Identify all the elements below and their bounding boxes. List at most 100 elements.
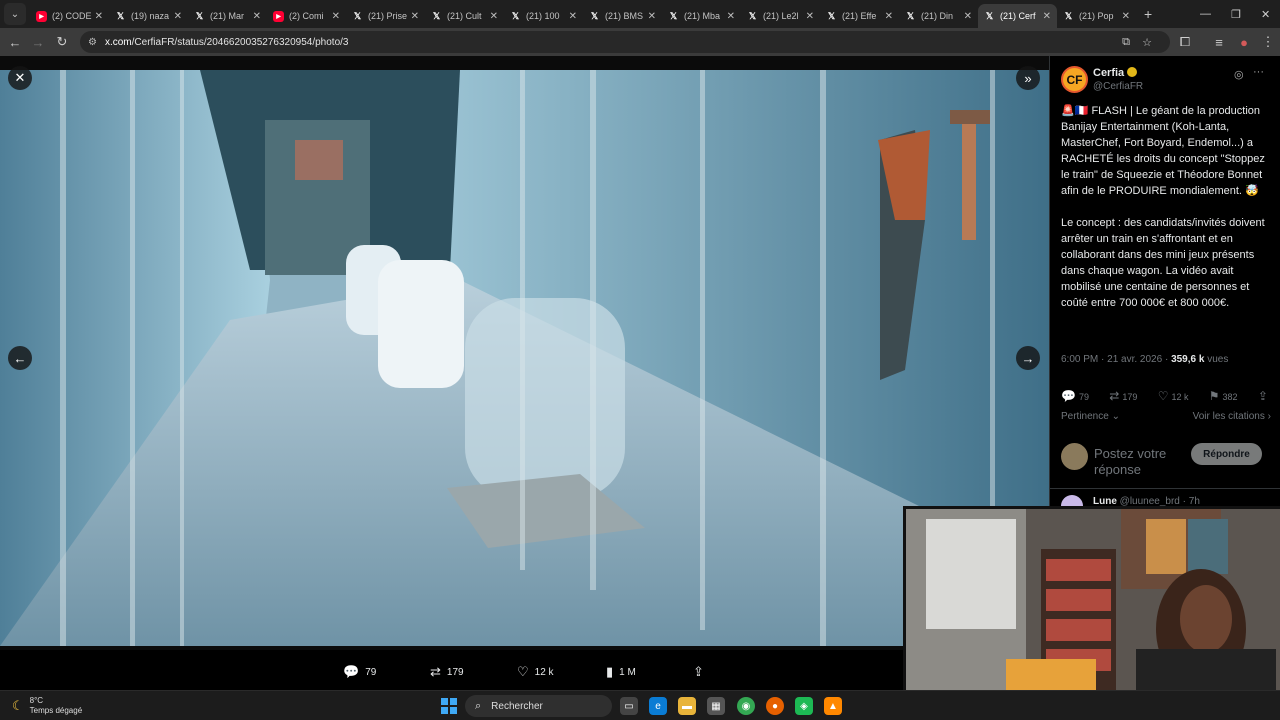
firefox-icon[interactable]: ● [766, 697, 784, 715]
browser-tab[interactable]: 𝕏 (21) BMS ✕ [583, 4, 662, 28]
reply-button[interactable]: 💬 79 [1061, 389, 1089, 403]
tab-close-icon[interactable]: ✕ [964, 11, 972, 22]
tab-close-icon[interactable]: ✕ [648, 11, 656, 22]
share-button[interactable]: ⇪ [1258, 389, 1271, 403]
viewer-views-button[interactable]: ▮ 1 M [606, 664, 636, 680]
file-explorer-icon[interactable]: ▬ [678, 697, 696, 715]
tweet-meta: 6:00 PM · 21 avr. 2026 · 359,6 k vues [1061, 354, 1229, 365]
tab-close-icon[interactable]: ✕ [569, 11, 577, 22]
minimize-button[interactable]: — [1200, 0, 1211, 28]
tab-close-icon[interactable]: ✕ [253, 11, 261, 22]
browser-tab[interactable]: ▶ (2) CODE ✕ [30, 4, 109, 28]
extensions-icon[interactable]: ⧠ [1173, 30, 1197, 54]
browser-toolbar: ← → ↻ ⚙ x.com/CerfiaFR/status/2046620035… [0, 28, 1280, 56]
close-window-button[interactable]: ✕ [1261, 0, 1270, 28]
start-button[interactable] [441, 698, 457, 714]
tweet-photo [0, 70, 1049, 646]
reply-submit-button[interactable]: Répondre [1191, 443, 1262, 465]
like-button[interactable]: ♡ 12 k [1158, 389, 1189, 403]
site-info-icon[interactable]: ⚙ [88, 37, 97, 48]
media-viewer: ✕ » ← → [0, 56, 1049, 650]
tab-close-icon[interactable]: ✕ [885, 11, 893, 22]
close-viewer-button[interactable]: ✕ [8, 66, 32, 90]
browser-tab[interactable]: 𝕏 (21) Effe ✕ [820, 4, 899, 28]
profile-icon[interactable]: ● [1232, 30, 1256, 54]
webcam-feed [906, 509, 1280, 690]
viewer-repost-button[interactable]: ⇄ 179 [430, 664, 464, 680]
reload-button[interactable]: ↻ [50, 30, 74, 54]
edge-icon[interactable]: e [649, 697, 667, 715]
browser-tab[interactable]: 𝕏 (21) Prise ✕ [346, 4, 425, 28]
arrow-left-icon: ← [13, 350, 27, 366]
tab-close-icon[interactable]: ✕ [1122, 11, 1130, 22]
viewer-reply-button[interactable]: 💬 79 [343, 664, 376, 680]
viewer-share-button[interactable]: ⇪ [693, 664, 710, 680]
browser-tab[interactable]: 𝕏 (21) Cerf ✕ [978, 4, 1057, 28]
tab-label: (21) Din [921, 11, 954, 21]
heart-icon: ♡ [1157, 389, 1169, 403]
weather-widget[interactable]: ☾ 8°C Temps dégagé [12, 696, 82, 716]
tab-close-icon[interactable]: ✕ [1043, 11, 1051, 22]
browser-tab[interactable]: 𝕏 (21) Mar ✕ [188, 4, 267, 28]
more-options-icon[interactable]: ··· [1253, 66, 1264, 78]
maximize-button[interactable]: ❐ [1231, 0, 1241, 28]
tab-close-icon[interactable]: ✕ [490, 11, 498, 22]
bookmark-button[interactable]: ⚑ 382 [1209, 389, 1238, 403]
forward-button[interactable]: → [26, 30, 50, 54]
tab-search-button[interactable]: ⌄ [4, 3, 26, 25]
user-avatar [1061, 443, 1088, 470]
taskbar-search[interactable]: ⌕ Rechercher [465, 695, 612, 717]
sidebar-icon[interactable]: ≡ [1207, 30, 1231, 54]
reply-input[interactable]: Postez votre réponse [1094, 446, 1184, 478]
repost-button[interactable]: ⇄ 179 [1109, 389, 1137, 403]
grok-icon[interactable]: ◎ [1234, 68, 1244, 81]
collapse-panel-button[interactable]: » [1016, 66, 1040, 90]
viewer-like-button[interactable]: ♡ 12 k [517, 664, 554, 680]
tab-close-icon[interactable]: ✕ [411, 11, 419, 22]
author-avatar[interactable]: CF [1061, 66, 1088, 93]
tab-label: (21) Pop [1079, 11, 1114, 21]
browser-tab[interactable]: ▶ (2) Comi ✕ [267, 4, 346, 28]
browser-menu-icon[interactable]: ⋮ [1256, 30, 1280, 54]
youtube-icon: ▶ [36, 10, 47, 22]
reply-author-avatar[interactable] [1061, 495, 1083, 506]
tab-strip: ▶ (2) CODE ✕ 𝕏 (19) naza ✕ 𝕏 (21) Mar ✕ ▶ (2) Comi… [30, 0, 1136, 28]
tab-close-icon[interactable]: ✕ [727, 11, 735, 22]
browser-tab[interactable]: 𝕏 (21) Cult ✕ [425, 4, 504, 28]
app-icon[interactable]: ◈ [795, 697, 813, 715]
close-icon: ✕ [14, 70, 26, 85]
tab-close-icon[interactable]: ✕ [95, 11, 103, 22]
back-button[interactable]: ← [3, 30, 27, 54]
address-bar[interactable]: ⚙ x.com/CerfiaFR/status/2046620035276320… [80, 31, 1170, 53]
store-icon[interactable]: ▦ [707, 697, 725, 715]
author-name[interactable]: Cerfia [1093, 67, 1138, 79]
x-logo-icon: 𝕏 [906, 10, 915, 21]
url-text: x.com/CerfiaFR/status/204662003527632095… [104, 36, 349, 48]
previous-photo-button[interactable]: ← [8, 346, 32, 370]
tab-close-icon[interactable]: ✕ [332, 11, 340, 22]
tab-close-icon[interactable]: ✕ [806, 11, 814, 22]
tab-label: (21) Le2l [763, 11, 799, 21]
bookmark-star-icon[interactable]: ☆ [1142, 36, 1152, 49]
browser-tab[interactable]: 𝕏 (19) naza ✕ [109, 4, 188, 28]
next-photo-button[interactable]: → [1016, 346, 1040, 370]
comment-icon: 💬 [343, 664, 360, 679]
browser-tab[interactable]: 𝕏 (21) Mba ✕ [662, 4, 741, 28]
view-quotes-link[interactable]: Voir les citations › [1193, 411, 1271, 422]
install-app-icon[interactable]: ⧉ [1122, 36, 1130, 49]
task-view-icon[interactable]: ▭ [620, 697, 638, 715]
reply-author[interactable]: Lune @luunee_brd · 7h [1093, 496, 1200, 506]
browser-tab[interactable]: 𝕏 (21) 100 ✕ [504, 4, 583, 28]
tweet-text: 🚨🇫🇷 FLASH | Le géant de la production Ba… [1061, 105, 1265, 309]
author-handle[interactable]: @CerfiaFR [1093, 81, 1143, 92]
browser-tab[interactable]: 𝕏 (21) Pop ✕ [1057, 4, 1136, 28]
sort-dropdown[interactable]: Pertinence ⌄ [1061, 411, 1120, 422]
browser-tab[interactable]: 𝕏 (21) Le2l ✕ [741, 4, 820, 28]
chrome-icon[interactable]: ◉ [737, 697, 755, 715]
vlc-icon[interactable]: ▲ [824, 697, 842, 715]
reply-item[interactable]: Lune @luunee_brd · 7h [1050, 488, 1280, 506]
new-tab-button[interactable]: + [1144, 6, 1152, 22]
browser-tab[interactable]: 𝕏 (21) Din ✕ [899, 4, 978, 28]
tab-close-icon[interactable]: ✕ [174, 11, 182, 22]
x-logo-icon: 𝕏 [669, 10, 678, 21]
